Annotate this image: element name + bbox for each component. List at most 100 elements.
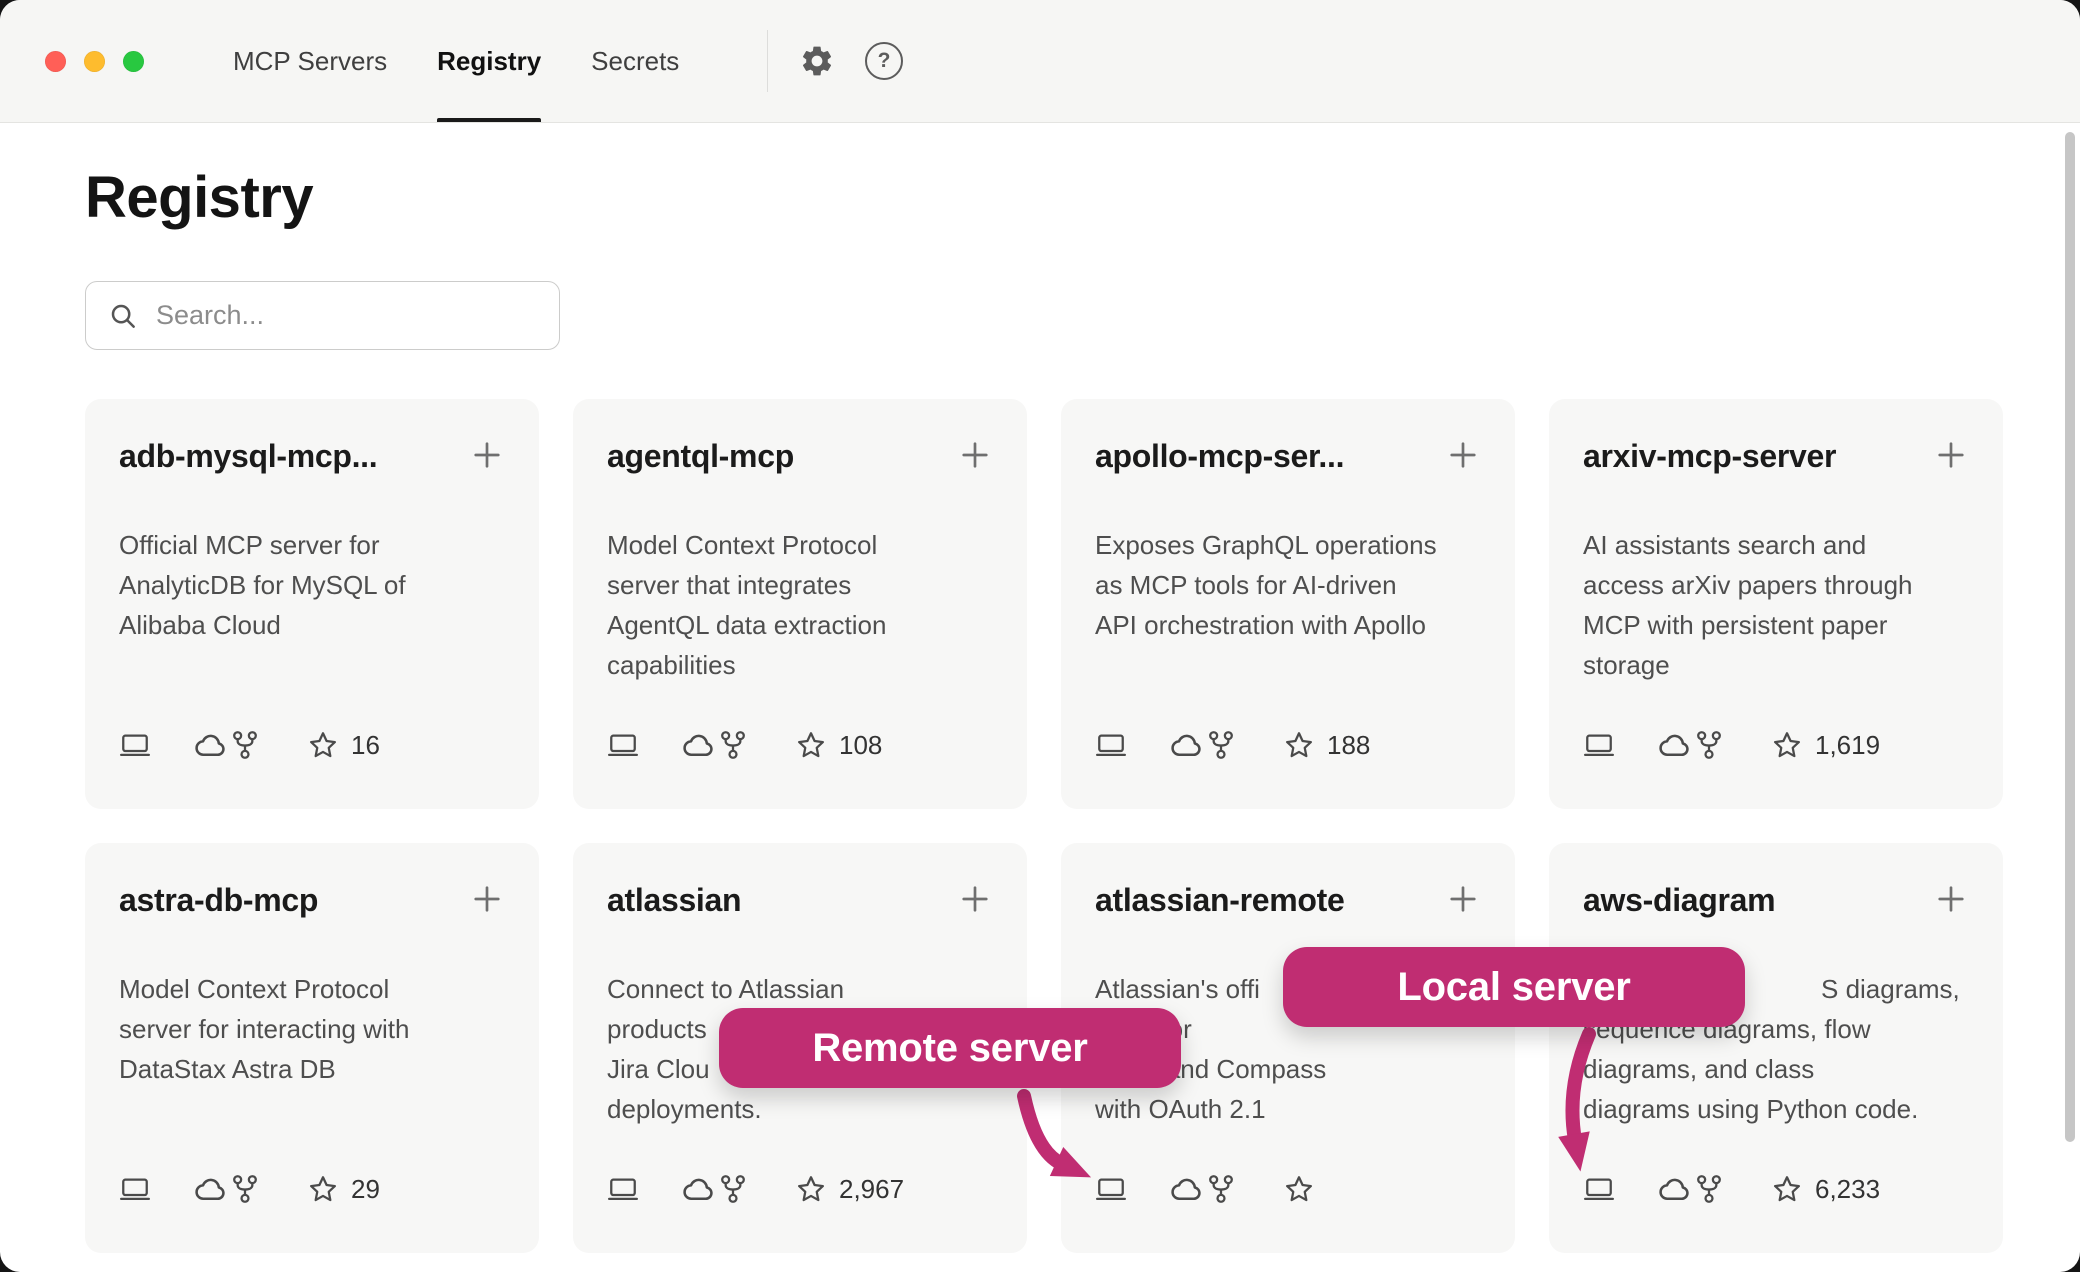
plus-icon <box>1445 437 1481 473</box>
git-fork-icon <box>717 729 749 761</box>
server-name: agentql-mcp <box>607 437 794 475</box>
add-server-button[interactable] <box>1445 881 1481 917</box>
laptop-icon <box>607 729 639 761</box>
cloud-icon <box>681 1171 717 1207</box>
description-line: diagrams, and class <box>1583 1049 1969 1089</box>
add-server-button[interactable] <box>1933 437 1969 473</box>
server-card[interactable]: astra-db-mcp Model Context Protocolserve… <box>85 843 539 1253</box>
server-meta: 6,233 <box>1583 1173 1969 1205</box>
add-server-button[interactable] <box>469 881 505 917</box>
server-card[interactable]: aws-diagram S diagrams,sequence diagrams… <box>1549 843 2003 1253</box>
local-server-callout: Local server <box>1283 947 1745 1027</box>
titlebar: MCP Servers Registry Secrets ? <box>0 0 2080 123</box>
cloud-icon <box>1169 1171 1205 1207</box>
titlebar-divider <box>767 30 768 92</box>
laptop-icon <box>1095 1173 1127 1205</box>
star-count: 29 <box>351 1174 380 1205</box>
gear-icon <box>799 43 835 79</box>
app-window: MCP Servers Registry Secrets ? Registry … <box>0 0 2080 1272</box>
help-glyph: ? <box>878 49 891 73</box>
server-meta: 108 <box>607 729 993 761</box>
registry-page: Registry adb-mysql-mcp... Official MCP s… <box>0 165 2080 1253</box>
server-card[interactable]: apollo-mcp-ser... Exposes GraphQL operat… <box>1061 399 1515 809</box>
description-line: server that integrates <box>607 565 993 605</box>
server-description: Model Context Protocolserver that integr… <box>607 525 993 685</box>
cloud-icon <box>193 1171 229 1207</box>
main-tabs: MCP Servers Registry Secrets <box>233 0 679 122</box>
vertical-scrollbar[interactable] <box>2065 132 2075 1142</box>
description-line: AI assistants search and <box>1583 525 1969 565</box>
server-name: apollo-mcp-ser... <box>1095 437 1344 475</box>
add-server-button[interactable] <box>469 437 505 473</box>
server-name: adb-mysql-mcp... <box>119 437 377 475</box>
help-button[interactable]: ? <box>862 0 906 122</box>
card-header: aws-diagram <box>1583 881 1969 919</box>
server-description: Exposes GraphQL operationsas MCP tools f… <box>1095 525 1481 645</box>
cloud-icon <box>1657 727 1693 763</box>
server-description: AI assistants search andaccess arXiv pap… <box>1583 525 1969 685</box>
description-line: Connect to Atlassian <box>607 969 993 1009</box>
server-meta: 2,967 <box>607 1173 993 1205</box>
cloud-icon <box>681 727 717 763</box>
plus-icon <box>1933 437 1969 473</box>
description-line: Model Context Protocol <box>607 525 993 565</box>
close-window-button[interactable] <box>45 51 66 72</box>
add-server-button[interactable] <box>957 881 993 917</box>
server-meta: 16 <box>119 729 505 761</box>
description-line: access arXiv papers through <box>1583 565 1969 605</box>
description-line: capabilities <box>607 645 993 685</box>
description-line: server for interacting with <box>119 1009 505 1049</box>
plus-icon <box>1933 881 1969 917</box>
tab-mcp-servers[interactable]: MCP Servers <box>233 0 387 122</box>
card-header: agentql-mcp <box>607 437 993 475</box>
card-header: atlassian-remote <box>1095 881 1481 919</box>
add-server-button[interactable] <box>1445 437 1481 473</box>
add-server-button[interactable] <box>1933 881 1969 917</box>
description-line: Official MCP server for <box>119 525 505 565</box>
git-fork-icon <box>229 1173 261 1205</box>
description-line: Model Context Protocol <box>119 969 505 1009</box>
minimize-window-button[interactable] <box>84 51 105 72</box>
description-line: AgentQL data extraction <box>607 605 993 645</box>
star-icon <box>795 1173 827 1205</box>
server-card[interactable]: arxiv-mcp-server AI assistants search an… <box>1549 399 2003 809</box>
description-line: deployments. <box>607 1089 993 1129</box>
server-name: atlassian-remote <box>1095 881 1345 919</box>
description-line: AnalyticDB for MySQL of <box>119 565 505 605</box>
server-name: atlassian <box>607 881 741 919</box>
settings-button[interactable] <box>795 0 839 122</box>
star-icon <box>1283 1173 1315 1205</box>
description-line: MCP with persistent paper <box>1583 605 1969 645</box>
git-fork-icon <box>717 1173 749 1205</box>
help-icon: ? <box>865 42 903 80</box>
server-description: Official MCP server forAnalyticDB for My… <box>119 525 505 645</box>
tab-secrets[interactable]: Secrets <box>591 0 679 122</box>
laptop-icon <box>119 729 151 761</box>
description-line: diagrams using Python code. <box>1583 1089 1969 1129</box>
plus-icon <box>469 437 505 473</box>
star-icon <box>795 729 827 761</box>
page-title: Registry <box>85 165 2080 231</box>
plus-icon <box>957 881 993 917</box>
git-fork-icon <box>229 729 261 761</box>
server-description: Model Context Protocolserver for interac… <box>119 969 505 1089</box>
star-count: 2,967 <box>839 1174 904 1205</box>
git-fork-icon <box>1205 1173 1237 1205</box>
search-input[interactable] <box>154 299 559 332</box>
description-line: Alibaba Cloud <box>119 605 505 645</box>
card-header: apollo-mcp-ser... <box>1095 437 1481 475</box>
server-card[interactable]: adb-mysql-mcp... Official MCP server for… <box>85 399 539 809</box>
tab-registry[interactable]: Registry <box>437 0 541 122</box>
add-server-button[interactable] <box>957 437 993 473</box>
star-count: 188 <box>1327 730 1370 761</box>
remote-server-callout: Remote server <box>719 1008 1181 1088</box>
zoom-window-button[interactable] <box>123 51 144 72</box>
server-name: astra-db-mcp <box>119 881 318 919</box>
search-box[interactable] <box>85 281 560 350</box>
card-header: arxiv-mcp-server <box>1583 437 1969 475</box>
server-card[interactable]: agentql-mcp Model Context Protocolserver… <box>573 399 1027 809</box>
server-name: aws-diagram <box>1583 881 1775 919</box>
server-meta <box>1095 1173 1481 1205</box>
card-header: adb-mysql-mcp... <box>119 437 505 475</box>
star-icon <box>1771 729 1803 761</box>
